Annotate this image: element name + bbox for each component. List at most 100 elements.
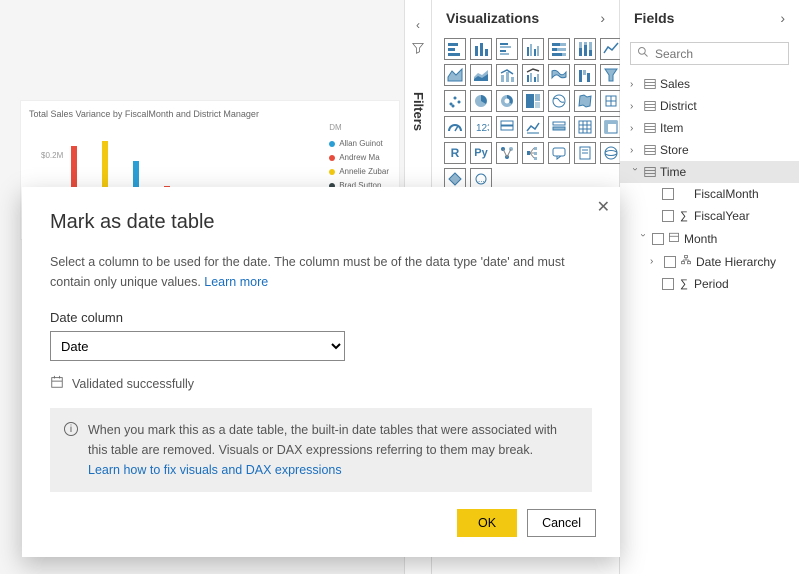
expand-left-icon: ‹ (405, 0, 431, 32)
clustered-bar-icon[interactable] (496, 38, 518, 60)
table-sales[interactable]: ›Sales (620, 73, 799, 95)
legend-item: Annelie Zubar (329, 165, 389, 179)
table-label: Item (660, 121, 683, 135)
kpi-icon[interactable] (522, 116, 544, 138)
chart-title: Total Sales Variance by FiscalMonth and … (29, 109, 391, 119)
checkbox[interactable] (662, 210, 674, 222)
learn-more-link[interactable]: Learn more (204, 275, 268, 289)
svg-text:123: 123 (476, 123, 489, 134)
search-box[interactable] (630, 42, 789, 65)
pie-chart-icon[interactable] (470, 90, 492, 112)
map-icon[interactable] (548, 90, 570, 112)
field-label: FiscalMonth (694, 187, 759, 201)
treemap-icon[interactable] (522, 90, 544, 112)
checkbox[interactable] (662, 188, 674, 200)
date-column-label: Date column (50, 310, 592, 325)
table-icon (644, 166, 656, 178)
stacked-bar-icon[interactable] (444, 38, 466, 60)
waterfall-icon[interactable] (574, 64, 596, 86)
table-label: Time (660, 165, 686, 179)
key-influencers-icon[interactable] (496, 142, 518, 164)
table-label: District (660, 99, 697, 113)
calendar-check-icon (50, 375, 64, 392)
filter-icon (405, 42, 431, 57)
gauge-icon[interactable] (444, 116, 466, 138)
stacked-bar-100-icon[interactable] (548, 38, 570, 60)
field-period[interactable]: ∑ Period (620, 273, 799, 295)
table-label: Store (660, 143, 689, 157)
table-icon (644, 100, 656, 112)
sigma-icon: ∑ (678, 278, 690, 290)
stacked-area-icon[interactable] (470, 64, 492, 86)
legend-title: DM (329, 121, 389, 135)
stacked-column-100-icon[interactable] (574, 38, 596, 60)
collapse-right-icon[interactable]: › (780, 10, 785, 26)
field-fiscalmonth[interactable]: FiscalMonth (620, 183, 799, 205)
stacked-column-icon[interactable] (470, 38, 492, 60)
info-box: i When you mark this as a date table, th… (50, 408, 592, 492)
table-store[interactable]: ›Store (620, 139, 799, 161)
table-item[interactable]: ›Item (620, 117, 799, 139)
filters-label: Filters (405, 57, 426, 131)
checkbox[interactable] (662, 278, 674, 290)
arcgis-icon[interactable] (600, 142, 622, 164)
info-text: When you mark this as a date table, the … (88, 423, 557, 457)
fields-tree: ›Sales ›District ›Item ›Store ›Time Fisc… (620, 73, 799, 295)
table-time[interactable]: ›Time (620, 161, 799, 183)
shape-map-icon[interactable] (600, 90, 622, 112)
fields-pane: Fields › ›Sales ›District ›Item ›Store ›… (620, 0, 799, 574)
visualizations-grid: 123 R Py ... (432, 38, 619, 190)
checkbox[interactable] (664, 256, 676, 268)
legend-item: Allan Guinot (329, 137, 389, 151)
learn-fix-link[interactable]: Learn how to fix visuals and DAX express… (88, 463, 342, 477)
date-column-select[interactable]: Date (50, 331, 345, 361)
table-icon (644, 144, 656, 156)
checkbox[interactable] (652, 233, 664, 245)
table-district[interactable]: ›District (620, 95, 799, 117)
legend-item: Andrew Ma (329, 151, 389, 165)
multi-row-card-icon[interactable] (496, 116, 518, 138)
clustered-column-icon[interactable] (522, 38, 544, 60)
table-label: Sales (660, 77, 690, 91)
chart-ylabel: $0.2M (41, 151, 63, 160)
ok-button[interactable]: OK (457, 509, 517, 537)
search-icon (637, 46, 649, 61)
matrix-icon[interactable] (600, 116, 622, 138)
line-chart-icon[interactable] (600, 38, 622, 60)
svg-text:...: ... (478, 175, 485, 184)
qa-visual-icon[interactable] (548, 142, 570, 164)
python-visual-icon[interactable]: Py (470, 142, 492, 164)
line-clustered-column-icon[interactable] (522, 64, 544, 86)
donut-chart-icon[interactable] (496, 90, 518, 112)
dialog-title: Mark as date table (50, 211, 592, 234)
field-date-hierarchy[interactable]: ›Date Hierarchy (620, 250, 799, 273)
field-fiscalyear[interactable]: ∑FiscalYear (620, 205, 799, 227)
visualizations-title: Visualizations (446, 10, 539, 26)
validation-status: Validated successfully (50, 375, 592, 392)
field-label: Date Hierarchy (696, 255, 776, 269)
field-label: Month (684, 232, 717, 246)
collapse-right-icon[interactable]: › (600, 10, 605, 26)
r-visual-icon[interactable]: R (444, 142, 466, 164)
funnel-icon[interactable] (600, 64, 622, 86)
decomposition-tree-icon[interactable] (522, 142, 544, 164)
filled-map-icon[interactable] (574, 90, 596, 112)
table-icon (644, 122, 656, 134)
field-month[interactable]: ›Month (620, 227, 799, 250)
scatter-icon[interactable] (444, 90, 466, 112)
field-label: FiscalYear (694, 209, 750, 223)
close-button[interactable]: ✕ (597, 197, 610, 217)
area-chart-icon[interactable] (444, 64, 466, 86)
cancel-button[interactable]: Cancel (527, 509, 596, 537)
table-icon[interactable] (574, 116, 596, 138)
table-icon (644, 78, 656, 90)
search-input[interactable] (655, 47, 782, 61)
slicer-icon[interactable] (548, 116, 570, 138)
line-stacked-column-icon[interactable] (496, 64, 518, 86)
paginated-report-icon[interactable] (574, 142, 596, 164)
fields-title: Fields (634, 10, 674, 26)
card-icon[interactable]: 123 (470, 116, 492, 138)
ribbon-chart-icon[interactable] (548, 64, 570, 86)
field-label: Period (694, 277, 729, 291)
dialog-description: Select a column to be used for the date.… (50, 252, 592, 292)
